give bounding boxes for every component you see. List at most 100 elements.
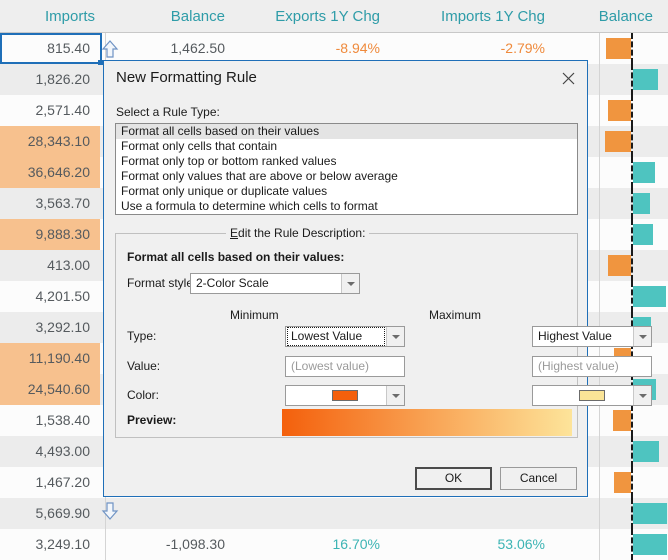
databar-axis <box>631 498 633 529</box>
cell-imports[interactable]: 815.40 <box>0 33 100 64</box>
column-header[interactable]: Imports <box>0 0 105 33</box>
cancel-button[interactable]: Cancel <box>500 467 577 490</box>
cell-exports-1y-chg[interactable] <box>245 498 390 529</box>
column-header[interactable]: Balance <box>120 0 235 33</box>
databar <box>613 410 631 431</box>
cell-imports[interactable]: 28,343.10 <box>0 126 100 157</box>
cell-balance-databar[interactable] <box>600 95 668 126</box>
column-separator <box>599 498 600 529</box>
cell-balance-databar[interactable] <box>600 33 668 64</box>
rule-type-option[interactable]: Format only top or bottom ranked values <box>116 154 577 169</box>
ok-button[interactable]: OK <box>415 467 492 490</box>
databar-axis <box>631 33 633 64</box>
cell-balance-databar[interactable] <box>600 467 668 498</box>
databar <box>633 534 667 555</box>
cell-balance-databar[interactable] <box>600 281 668 312</box>
column-separator <box>599 436 600 467</box>
column-separator <box>599 126 600 157</box>
table-row[interactable]: 3,249.10 -1,098.30 16.70% 53.06% <box>0 529 668 560</box>
cell-exports-1y-chg[interactable]: 16.70% <box>245 529 390 560</box>
minimum-type-select[interactable]: Lowest Value <box>285 326 405 347</box>
minimum-color-picker[interactable] <box>285 385 405 406</box>
cell-imports[interactable]: 1,467.20 <box>0 467 100 498</box>
chevron-down-icon[interactable] <box>386 327 404 346</box>
maximum-value-input[interactable]: (Highest value) <box>532 356 652 377</box>
cell-imports[interactable]: 9,888.30 <box>0 219 100 250</box>
cell-imports[interactable]: 2,571.40 <box>0 95 100 126</box>
databar-axis <box>631 126 633 157</box>
column-separator <box>599 405 600 436</box>
scroll-down-arrow-icon[interactable] <box>100 500 120 522</box>
minimum-type-value: Lowest Value <box>287 327 385 346</box>
databar-axis <box>631 64 633 95</box>
cell-imports[interactable]: 3,563.70 <box>0 188 100 219</box>
close-icon[interactable] <box>555 66 581 90</box>
cell-balance-databar[interactable] <box>600 436 668 467</box>
chevron-down-icon[interactable] <box>633 327 651 346</box>
cell-imports[interactable]: 1,826.20 <box>0 64 100 95</box>
rule-type-option[interactable]: Format all cells based on their values <box>116 124 577 139</box>
maximum-type-select[interactable]: Highest Value <box>532 326 652 347</box>
cell-imports[interactable]: 3,292.10 <box>0 312 100 343</box>
cell-balance-databar[interactable] <box>600 188 668 219</box>
rule-description-heading: Format all cells based on their values: <box>127 250 344 264</box>
color-row-label: Color: <box>127 388 159 402</box>
cell-imports[interactable]: 5,669.90 <box>0 498 100 529</box>
format-style-select[interactable]: 2-Color Scale <box>190 273 360 294</box>
cell-balance-databar[interactable] <box>600 498 668 529</box>
cell-balance-databar[interactable] <box>600 250 668 281</box>
cell-balance-databar[interactable] <box>600 126 668 157</box>
cell-imports[interactable]: 3,249.10 <box>0 529 100 560</box>
cell-imports[interactable]: 4,201.50 <box>0 281 100 312</box>
cell-imports[interactable]: 413.00 <box>0 250 100 281</box>
cell-imports[interactable]: 4,493.00 <box>0 436 100 467</box>
databar-axis <box>631 157 633 188</box>
column-separator <box>105 529 106 560</box>
maximum-color-picker[interactable] <box>532 385 652 406</box>
column-header[interactable]: Exports 1Y Chg <box>245 0 390 33</box>
column-header[interactable]: Imports 1Y Chg <box>400 0 555 33</box>
legend-rest: dit the Rule Description: <box>238 226 365 240</box>
rule-type-option[interactable]: Format only values that are above or bel… <box>116 169 577 184</box>
databar <box>633 503 667 524</box>
rule-type-option[interactable]: Format only unique or duplicate values <box>116 184 577 199</box>
cell-imports[interactable]: 36,646.20 <box>0 157 100 188</box>
databar-axis <box>631 281 633 312</box>
new-formatting-rule-dialog: New Formatting Rule Select a Rule Type: … <box>103 60 588 497</box>
chevron-down-icon[interactable] <box>386 386 404 405</box>
dialog-title: New Formatting Rule <box>116 69 257 86</box>
cell-balance-databar[interactable] <box>600 157 668 188</box>
databar-axis <box>631 436 633 467</box>
cell-imports-1y-chg[interactable] <box>400 498 555 529</box>
cell-balance[interactable]: -1,098.30 <box>120 529 235 560</box>
cell-imports[interactable]: 11,190.40 <box>0 343 100 374</box>
column-separator <box>599 157 600 188</box>
scroll-up-arrow-icon[interactable] <box>100 38 120 60</box>
cell-imports-1y-chg[interactable]: 53.06% <box>400 529 555 560</box>
rule-type-option[interactable]: Use a formula to determine which cells t… <box>116 199 577 214</box>
databar <box>608 100 631 121</box>
databar <box>633 69 658 90</box>
type-row-label: Type: <box>127 329 156 343</box>
chevron-down-icon[interactable] <box>633 386 651 405</box>
column-header[interactable]: Balance <box>555 0 663 33</box>
rule-type-option[interactable]: Format only cells that contain <box>116 139 577 154</box>
cell-balance[interactable] <box>120 498 235 529</box>
databar-axis <box>631 219 633 250</box>
minimum-color-swatch <box>332 390 358 401</box>
databar <box>633 224 653 245</box>
column-separator <box>599 529 600 560</box>
minimum-column-label: Minimum <box>230 308 279 322</box>
column-separator <box>599 33 600 64</box>
preview-label: Preview: <box>127 413 176 427</box>
cell-balance-databar[interactable] <box>600 529 668 560</box>
cell-balance-databar[interactable] <box>600 405 668 436</box>
minimum-value-input[interactable]: (Lowest value) <box>285 356 405 377</box>
cell-balance-databar[interactable] <box>600 64 668 95</box>
chevron-down-icon[interactable] <box>341 274 359 293</box>
cell-balance-databar[interactable] <box>600 219 668 250</box>
rule-type-listbox[interactable]: Format all cells based on their valuesFo… <box>115 123 578 215</box>
cell-imports[interactable]: 1,538.40 <box>0 405 100 436</box>
legend-accelerator: E <box>230 226 238 240</box>
cell-imports[interactable]: 24,540.60 <box>0 374 100 405</box>
